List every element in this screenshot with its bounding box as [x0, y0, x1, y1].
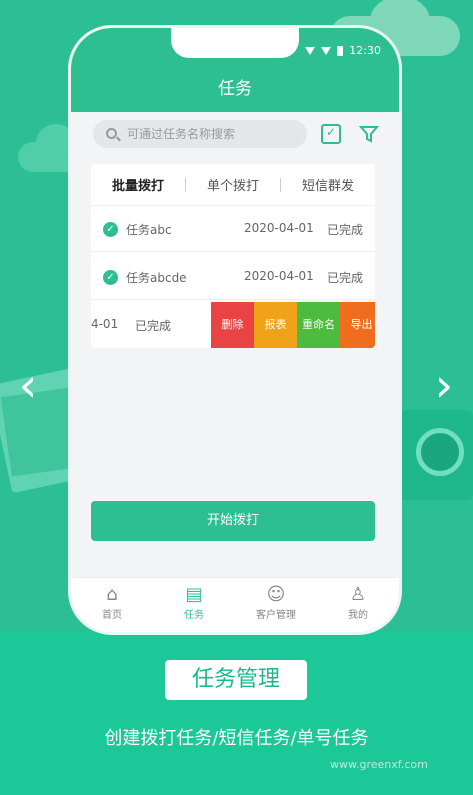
- phone-mockup: 12:30 任务 可通过任务名称搜索 批量拨打 单个拨打 短信群发: [68, 25, 402, 635]
- promo-title: 任务管理: [165, 660, 307, 700]
- next-arrow-icon[interactable]: ›: [424, 360, 464, 410]
- task-name: 任务abcde: [126, 271, 187, 285]
- nav-task[interactable]: ▤ 任务: [153, 578, 235, 632]
- rename-button[interactable]: 重命名: [297, 302, 340, 348]
- prev-arrow-icon[interactable]: ‹: [8, 360, 48, 410]
- task-screen: 可通过任务名称搜索 批量拨打 单个拨打 短信群发 ✓ 任务abc 2020-04…: [71, 112, 399, 577]
- phone-notch: [171, 28, 299, 58]
- search-icon: [106, 128, 117, 139]
- profile-icon: ♙: [349, 584, 367, 605]
- nav-profile[interactable]: ♙ 我的: [317, 578, 399, 632]
- nav-label: 我的: [348, 610, 368, 621]
- filter-icon[interactable]: [359, 124, 379, 144]
- tab-sms-broadcast[interactable]: 短信群发: [281, 175, 375, 194]
- task-status: 已完成: [135, 319, 172, 333]
- watermark: www.greenxf.com: [330, 758, 428, 771]
- task-date: 2020-04-01: [244, 269, 314, 283]
- home-icon: ⌂: [106, 584, 118, 605]
- tab-batch-call[interactable]: 批量拨打: [91, 175, 185, 194]
- nav-home[interactable]: ⌂ 首页: [71, 578, 153, 632]
- page-title: 任务: [71, 66, 399, 112]
- battery-icon: [337, 45, 344, 56]
- tab-single-call[interactable]: 单个拨打: [186, 175, 280, 194]
- search-placeholder: 可通过任务名称搜索: [127, 127, 236, 141]
- promo-stage: ‹ › 12:30 任务 可通过任务名称搜索 批量拨打: [0, 0, 473, 795]
- nav-label: 首页: [102, 610, 122, 621]
- bottom-nav: ⌂ 首页 ▤ 任务 ☺ 客户管理 ♙ 我的: [71, 577, 399, 632]
- task-date: 2020-04-01: [244, 221, 314, 235]
- nav-label: 任务: [184, 610, 204, 621]
- wifi-icon: [305, 46, 316, 55]
- task-icon: ▤: [185, 584, 203, 605]
- export-button[interactable]: 导出: [340, 302, 375, 348]
- task-row-swiped[interactable]: -04-01 已完成 删除 报表 重命名 导出: [91, 302, 375, 348]
- status-time: 12:30: [349, 44, 381, 57]
- status-icons: 12:30: [305, 44, 381, 57]
- task-date: -04-01: [91, 317, 119, 331]
- camera-lens-decoration: [416, 428, 464, 476]
- nav-label: 客户管理: [256, 610, 296, 621]
- check-icon: ✓: [103, 270, 118, 285]
- task-status: 已完成: [327, 271, 364, 285]
- nav-customer[interactable]: ☺ 客户管理: [235, 578, 317, 632]
- task-tabs: 批量拨打 单个拨打 短信群发: [91, 164, 375, 206]
- check-icon: ✓: [103, 222, 118, 237]
- promo-subtitle: 创建拨打任务/短信任务/单号任务: [104, 728, 369, 749]
- report-button[interactable]: 报表: [254, 302, 297, 348]
- task-status: 已完成: [327, 223, 364, 237]
- calendar-check-icon[interactable]: [321, 124, 341, 144]
- customer-icon: ☺: [266, 584, 286, 605]
- task-row[interactable]: ✓ 任务abc 2020-04-01 已完成: [91, 206, 375, 252]
- start-call-button[interactable]: 开始拨打: [91, 501, 375, 541]
- task-row[interactable]: ✓ 任务abcde 2020-04-01 已完成: [91, 254, 375, 300]
- search-input[interactable]: 可通过任务名称搜索: [93, 120, 307, 148]
- task-name: 任务abc: [126, 223, 172, 237]
- delete-button[interactable]: 删除: [211, 302, 254, 348]
- signal-icon: [321, 46, 332, 55]
- task-list-card: 批量拨打 单个拨打 短信群发 ✓ 任务abc 2020-04-01 已完成 ✓ …: [91, 164, 375, 348]
